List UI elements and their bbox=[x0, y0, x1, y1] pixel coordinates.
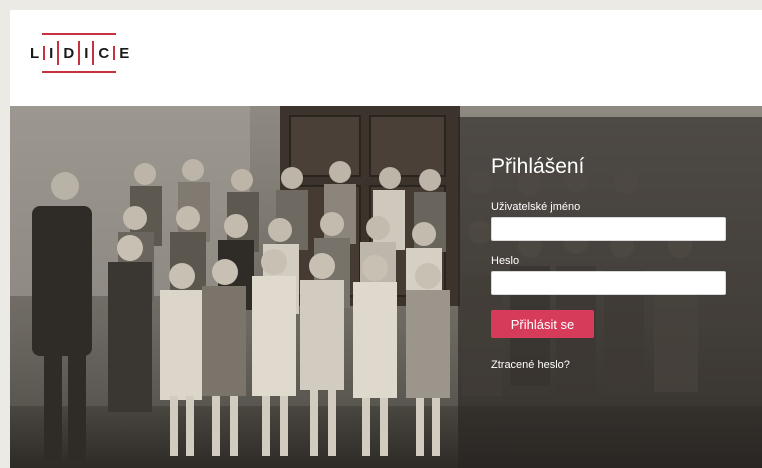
logo-bar bbox=[78, 41, 81, 65]
password-label: Heslo bbox=[491, 255, 520, 267]
logo-letter: L bbox=[30, 44, 40, 62]
site-header: L I D I C E bbox=[10, 10, 762, 106]
logo-bar bbox=[92, 41, 95, 65]
logo-letter: I bbox=[49, 44, 54, 62]
logo-bar bbox=[43, 46, 46, 60]
logo-bar bbox=[57, 41, 60, 65]
login-title: Přihlášení bbox=[491, 155, 585, 178]
page: L I D I C E Přihlášení Uživatelské jméno… bbox=[10, 10, 762, 468]
logo-emblem: I D I C bbox=[42, 33, 117, 73]
password-input[interactable] bbox=[491, 271, 726, 295]
logo-letter: C bbox=[98, 44, 110, 62]
login-button[interactable]: Přihlásit se bbox=[491, 310, 594, 338]
logo-letter: D bbox=[63, 44, 75, 62]
login-panel: Přihlášení Uživatelské jméno Heslo Přihl… bbox=[458, 117, 762, 468]
username-input[interactable] bbox=[491, 217, 726, 241]
logo-letter: E bbox=[119, 44, 130, 62]
forgot-password-link[interactable]: Ztracené heslo? bbox=[491, 359, 570, 371]
username-label: Uživatelské jméno bbox=[491, 201, 581, 213]
logo-letter: I bbox=[84, 44, 89, 62]
logo-bar bbox=[113, 46, 116, 60]
lidice-logo[interactable]: L I D I C E bbox=[27, 33, 132, 73]
